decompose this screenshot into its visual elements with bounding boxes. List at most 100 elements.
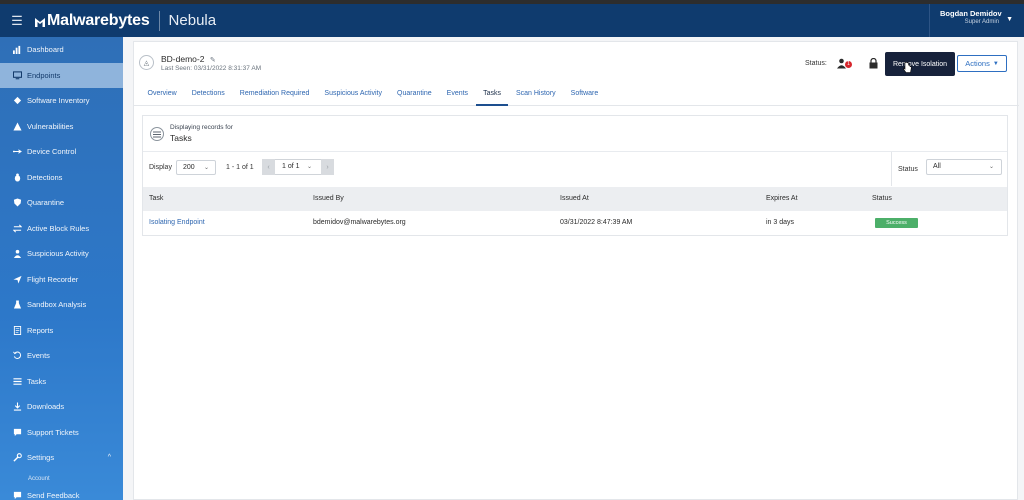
expires-at-cell: in 3 days (766, 219, 795, 226)
tab-tasks[interactable]: Tasks (475, 84, 509, 106)
remove-isolation-button[interactable]: Remove Isolation (885, 52, 955, 76)
sidebar-item-label: Suspicious Activity (27, 249, 89, 259)
suspicious-icon (12, 249, 22, 259)
issued-by-cell: bdemidov@malwarebytes.org (313, 219, 406, 226)
tab-overview[interactable]: Overview (140, 84, 184, 106)
sidebar-item-endpoints[interactable]: Endpoints (0, 62, 123, 88)
page-size-value: 200 (183, 164, 195, 171)
list-icon (150, 127, 164, 141)
chevron-down-icon: ⌄ (988, 164, 994, 170)
sidebar-item-reports[interactable]: Reports (0, 318, 123, 344)
sidebar-item-label: Device Control (27, 147, 77, 157)
table-header: Task Issued By Issued At Expires At Stat… (143, 187, 1007, 211)
actions-dropdown-button[interactable]: Actions ▼ (957, 55, 1007, 72)
brand-logo[interactable]: Malwarebytes (34, 12, 150, 30)
tab-quarantine[interactable]: Quarantine (390, 84, 440, 106)
sidebar-item-label: Vulnerabilities (27, 121, 74, 131)
status-filter: Status All ⌄ (891, 152, 1007, 186)
column-header-issued-by[interactable]: Issued By (313, 195, 344, 202)
sidebar-item-label: Software Inventory (27, 96, 90, 106)
sidebar-item-downloads[interactable]: Downloads (0, 394, 123, 420)
tab-detections[interactable]: Detections (184, 84, 232, 106)
task-link[interactable]: Isolating Endpoint (149, 219, 205, 226)
tasks-icon (12, 377, 22, 386)
panel-title: Tasks (170, 133, 192, 143)
column-header-task[interactable]: Task (149, 195, 163, 202)
tab-software[interactable]: Software (563, 84, 606, 106)
tasks-panel: Displaying records for Tasks Display 200… (142, 115, 1008, 236)
sidebar-item-events[interactable]: Events (0, 343, 123, 369)
sidebar-item-vulnerabilities[interactable]: Vulnerabilities (0, 114, 123, 140)
sidebar-item-send-feedback[interactable]: Send Feedback (0, 483, 123, 500)
tab-events[interactable]: Events (439, 84, 475, 106)
column-header-status[interactable]: Status (872, 195, 892, 202)
hamburger-menu-icon[interactable]: ☰ (0, 13, 34, 29)
sidebar-item-settings[interactable]: Settings ^ (0, 445, 123, 471)
user-menu[interactable]: Bogdan Demidov Super Admin ▼ (929, 4, 1024, 37)
display-label: Display (149, 164, 172, 171)
sidebar-item-tasks[interactable]: Tasks (0, 369, 123, 395)
mouse-pointer-icon (903, 62, 912, 73)
status-label: Status: (805, 60, 827, 67)
status-alert-badge: 1 (845, 61, 852, 68)
feedback-icon (12, 491, 22, 500)
pagination: ‹ 1 of 1 ⌄ › (262, 159, 334, 175)
actions-label: Actions (965, 59, 990, 68)
prev-page-button[interactable]: ‹ (262, 159, 275, 175)
tab-scan-history[interactable]: Scan History (508, 84, 563, 106)
sidebar-item-device-control[interactable]: Device Control (0, 139, 123, 165)
page-value: 1 of 1 (282, 163, 300, 170)
chevron-down-icon: ⌄ (203, 165, 209, 171)
bug-icon (12, 173, 22, 182)
windows-os-icon: ◬ (139, 55, 154, 70)
tab-remediation-required[interactable]: Remediation Required (232, 84, 317, 106)
device-tabs: Overview Detections Remediation Required… (134, 84, 1019, 106)
device-name: BD-demo-2 ✎ (161, 54, 216, 64)
sidebar-item-label: Downloads (27, 402, 65, 412)
top-bar: ☰ Malwarebytes Nebula Bogdan Demidov Sup… (0, 0, 1024, 37)
sidebar-item-sandbox-analysis[interactable]: Sandbox Analysis (0, 292, 123, 318)
tab-suspicious-activity[interactable]: Suspicious Activity (317, 84, 390, 106)
status-filter-select[interactable]: All ⌄ (926, 159, 1002, 175)
sidebar: Dashboard Endpoints Software Inventory V… (0, 37, 123, 500)
sidebar-item-label: Flight Recorder (27, 274, 79, 284)
report-icon (12, 325, 22, 335)
page-size-select[interactable]: 200 ⌄ (176, 160, 216, 175)
displaying-records-label: Displaying records for (170, 124, 233, 131)
column-header-expires-at[interactable]: Expires At (766, 195, 798, 202)
sidebar-item-software-inventory[interactable]: Software Inventory (0, 88, 123, 114)
column-header-issued-at[interactable]: Issued At (560, 195, 589, 202)
warning-icon (12, 122, 22, 131)
malwarebytes-logo-icon (34, 15, 46, 27)
next-page-button[interactable]: › (321, 159, 334, 175)
panel-header: Displaying records for Tasks (143, 116, 1007, 152)
status-filter-value: All (933, 163, 941, 170)
sidebar-item-support-tickets[interactable]: Support Tickets (0, 420, 123, 446)
sidebar-item-detections[interactable]: Detections (0, 165, 123, 191)
download-icon (12, 402, 22, 411)
sidebar-item-dashboard[interactable]: Dashboard (0, 37, 123, 63)
sidebar-item-quarantine[interactable]: Quarantine (0, 190, 123, 216)
caret-down-icon: ▼ (992, 60, 999, 67)
events-icon (12, 351, 22, 360)
sidebar-item-label: Events (27, 351, 50, 361)
sidebar-item-active-block-rules[interactable]: Active Block Rules (0, 216, 123, 242)
page-select[interactable]: 1 of 1 ⌄ (275, 159, 321, 175)
lock-icon (869, 57, 878, 69)
product-name: Nebula (168, 12, 217, 29)
chevron-down-icon: ⌄ (306, 164, 312, 170)
last-seen: Last Seen: 03/31/2022 8:31:37 AM (161, 65, 262, 72)
issued-at-cell: 03/31/2022 8:47:39 AM (560, 219, 633, 226)
device-header: ◬ BD-demo-2 ✎ Last Seen: 03/31/2022 8:31… (134, 42, 1019, 84)
sidebar-sub-item-account[interactable]: Account (28, 476, 50, 482)
brand-divider (158, 10, 160, 31)
sidebar-item-label: Sandbox Analysis (27, 300, 87, 310)
support-icon (12, 428, 22, 437)
monitor-icon (12, 71, 22, 80)
sidebar-item-flight-recorder[interactable]: Flight Recorder (0, 267, 123, 293)
sidebar-item-suspicious-activity[interactable]: Suspicious Activity (0, 241, 123, 267)
edit-icon[interactable]: ✎ (210, 57, 216, 64)
bar-chart-icon (12, 45, 22, 55)
status-filter-label: Status (898, 166, 918, 173)
sidebar-item-label: Endpoints (27, 70, 61, 80)
